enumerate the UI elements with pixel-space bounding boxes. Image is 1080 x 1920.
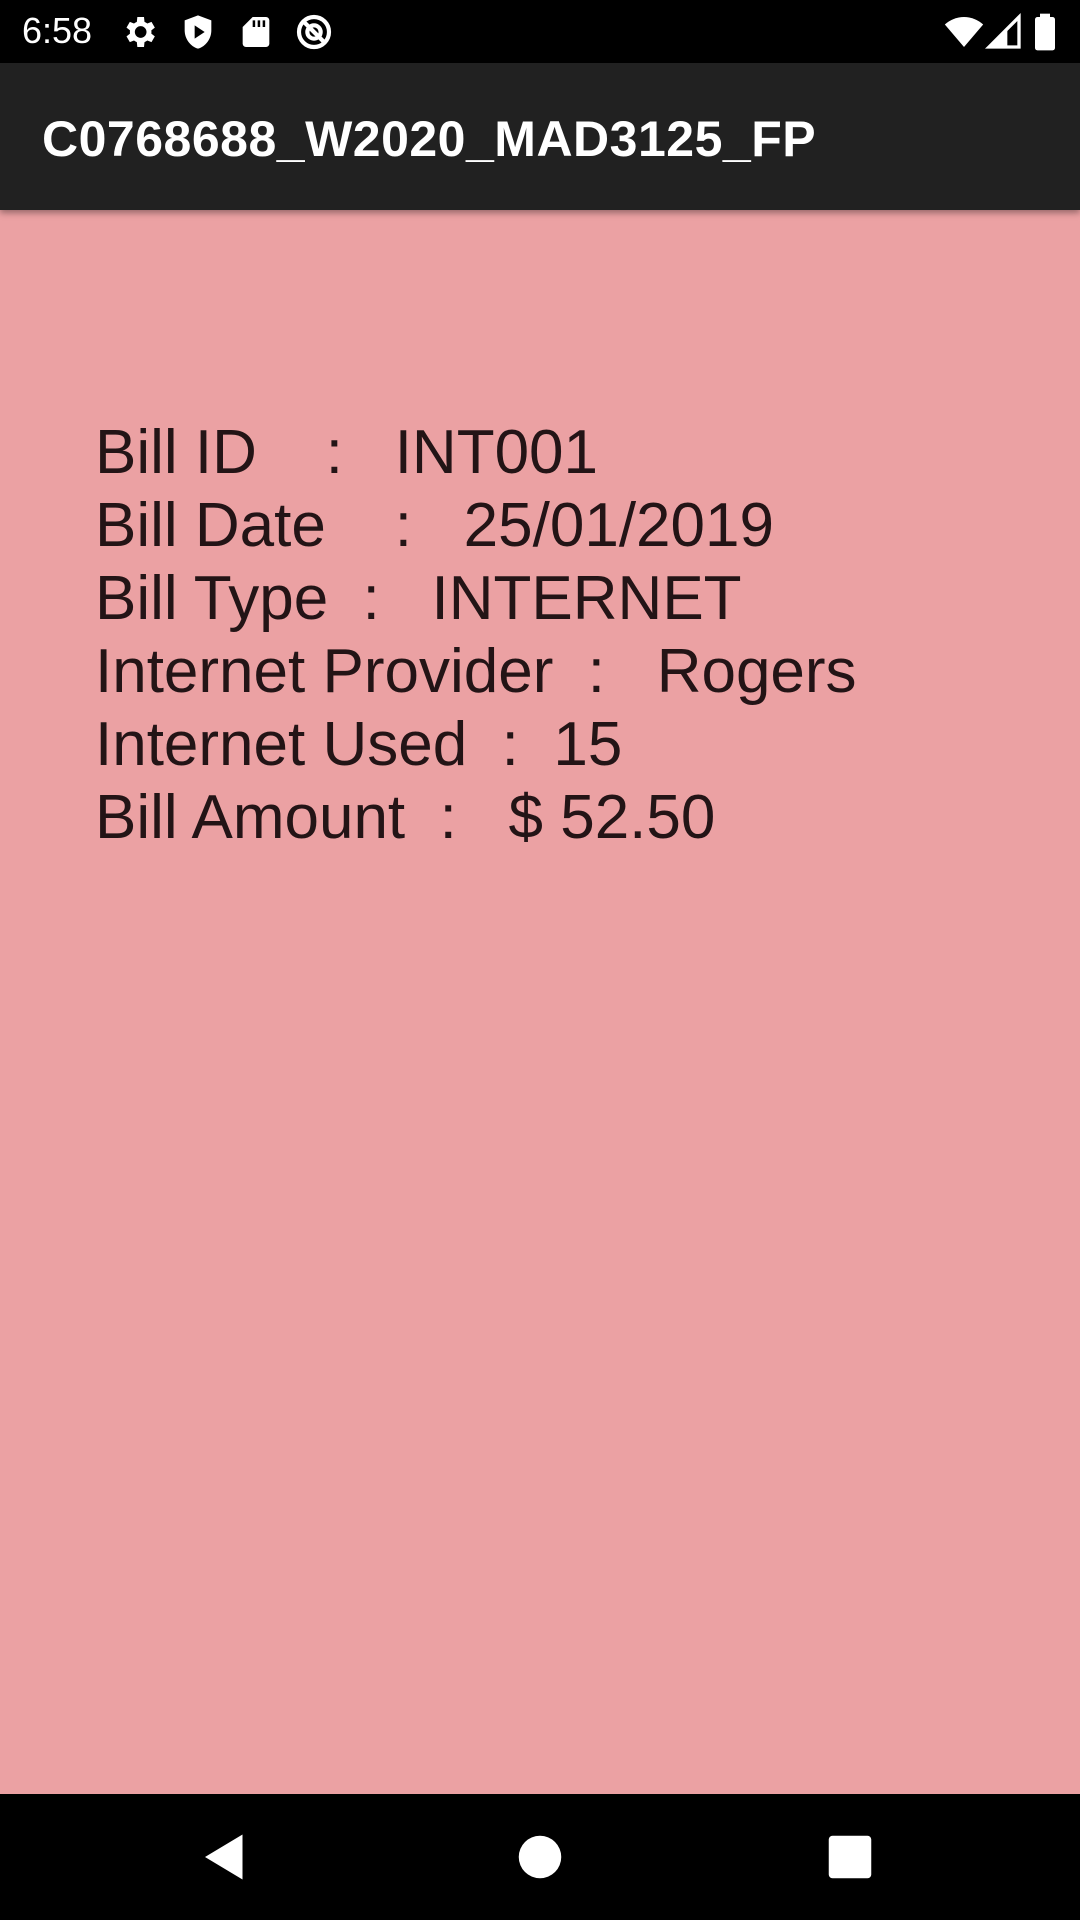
bill-type-line: Bill Type : INTERNET	[95, 564, 742, 633]
settings-icon	[119, 12, 159, 52]
bill-amount-line: Bill Amount : $ 52.50	[95, 783, 716, 852]
bill-date-line: Bill Date : 25/01/2019	[95, 491, 774, 560]
cellular-signal-icon	[984, 12, 1024, 52]
recents-icon[interactable]	[820, 1827, 880, 1887]
status-bar: 6:58	[0, 0, 1080, 63]
bill-details: Bill ID : INT001 Bill Date : 25/01/2019 …	[95, 416, 857, 854]
at-sign-icon	[294, 12, 334, 52]
app-bar: C0768688_W2020_MAD3125_FP	[0, 63, 1080, 210]
internet-used-line: Internet Used : 15	[95, 710, 623, 779]
battery-icon	[1030, 12, 1060, 52]
bill-id-line: Bill ID : INT001	[95, 418, 599, 487]
back-icon[interactable]	[195, 1827, 255, 1887]
bill-detail-content: Bill ID : INT001 Bill Date : 25/01/2019 …	[0, 210, 1080, 1794]
internet-provider-line: Internet Provider : Rogers	[95, 637, 857, 706]
screen: 6:58 C0768688_W2020_MAD3125_FP Bill ID :	[0, 0, 1080, 1920]
sd-card-icon	[236, 12, 276, 52]
wifi-icon	[944, 12, 984, 52]
shield-play-icon	[178, 12, 218, 52]
app-title: C0768688_W2020_MAD3125_FP	[42, 111, 817, 167]
navigation-bar	[0, 1794, 1080, 1920]
home-icon[interactable]	[510, 1827, 570, 1887]
status-time: 6:58	[22, 10, 93, 51]
